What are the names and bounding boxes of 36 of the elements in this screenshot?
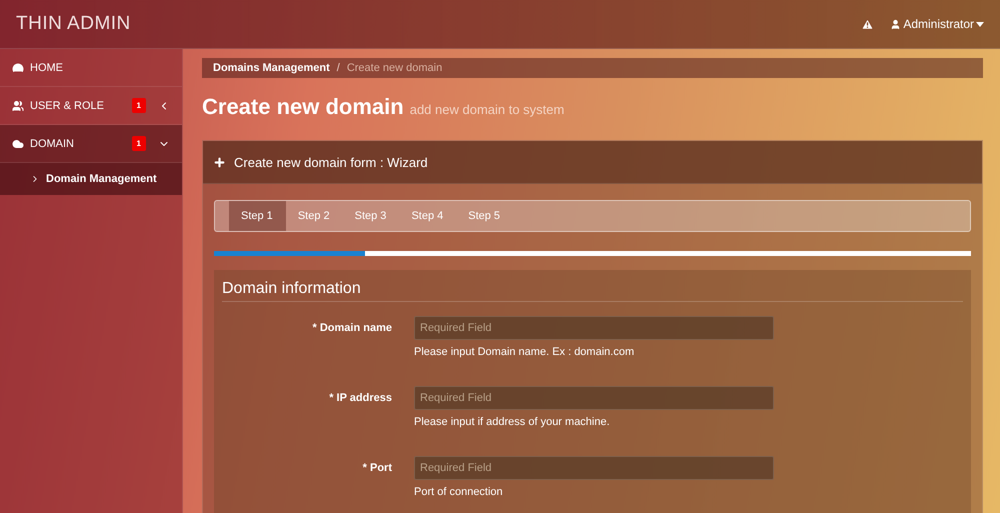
breadcrumb-separator: / [336, 62, 340, 74]
breadcrumb-link[interactable]: Domains Management [213, 62, 330, 74]
breadcrumb-link[interactable]: Create new domain [346, 62, 442, 74]
help-text: Please input Domain name. Ex : domain.com [414, 346, 636, 358]
subitem-label: Domain Management [46, 173, 157, 185]
field-label: * IP address [328, 391, 392, 406]
panel-title: Create new domain form : Wizard [234, 154, 428, 170]
input-field[interactable]: Required Field [414, 316, 774, 340]
gauge-icon [12, 62, 24, 74]
users-icon [12, 100, 24, 112]
caret-icon [976, 22, 984, 26]
page-subtitle: add new domain to system [410, 102, 564, 117]
warning-icon[interactable] [861, 18, 874, 30]
sidebar-item[interactable]: DOMAIN 1 [0, 125, 182, 163]
help-text: Port of connection [414, 486, 504, 498]
input-field[interactable]: Required Field [414, 386, 774, 410]
count-badge: 1 [132, 98, 146, 113]
input-field[interactable]: Required Field [414, 456, 774, 480]
sidebar-label: DOMAIN [30, 138, 74, 150]
brand-title: THIN ADMIN [16, 13, 131, 35]
field-label: * Port [362, 461, 392, 476]
page-title: Create new domain [202, 94, 404, 120]
plus-icon [213, 156, 226, 168]
help-text: Please input if address of your machine. [414, 416, 611, 428]
sidebar-subitem[interactable]: Domain Management [0, 163, 182, 195]
sidebar-item[interactable]: HOME [0, 49, 182, 87]
step-tab[interactable]: Step 1 [229, 201, 286, 231]
sidebar-item[interactable]: USER & ROLE 1 [0, 87, 182, 125]
user-icon [890, 18, 902, 30]
user-menu[interactable]: Administrator [890, 17, 984, 31]
section-title: Domain information [222, 280, 963, 302]
sidebar-label: HOME [30, 62, 63, 74]
cloud-icon [12, 138, 24, 150]
sidebar-label: USER & ROLE [30, 100, 104, 112]
field-label: * Domain name [312, 321, 392, 336]
count-badge: 1 [132, 136, 146, 151]
